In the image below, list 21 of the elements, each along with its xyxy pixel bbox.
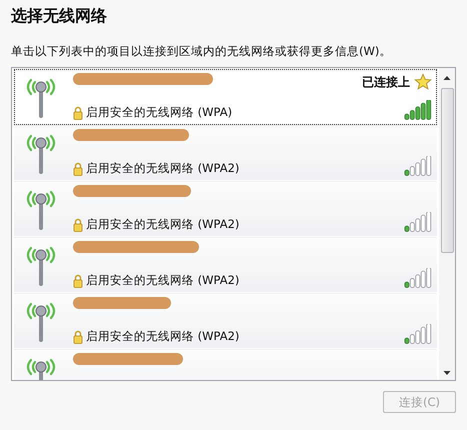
- network-item[interactable]: 启用安全的无线网络 (WPA2): [14, 293, 437, 349]
- security-text: 启用安全的无线网络 (WPA2): [86, 329, 240, 344]
- lock-icon: [73, 330, 83, 344]
- star-icon: [414, 73, 432, 91]
- scroll-thumb[interactable]: [440, 88, 454, 253]
- lock-icon: [73, 274, 83, 288]
- security-text: 启用安全的无线网络 (WPA): [86, 105, 232, 120]
- lock-icon: [73, 162, 83, 176]
- network-item[interactable]: 启用安全的无线网络 (WPA2): [14, 125, 437, 181]
- security-text: 启用安全的无线网络 (WPA2): [86, 273, 240, 288]
- instruction-text: 单击以下列表中的项目以连接到区域内的无线网络或获得更多信息(W)。: [11, 43, 392, 59]
- connection-status: 已连接上: [362, 74, 410, 90]
- network-item[interactable]: 启用安全的无线网络 (WPA2): [14, 237, 437, 293]
- security-text: 启用安全的无线网络 (WPA2): [86, 217, 240, 232]
- network-item[interactable]: 启用安全的无线网络 (WPA2): [14, 181, 437, 237]
- network-item[interactable]: 启用安全的无线网络 (WPA) 已连接上: [14, 69, 437, 125]
- lock-icon: [73, 218, 83, 232]
- lock-icon: [73, 106, 83, 120]
- dialog-title: 选择无线网络: [11, 5, 108, 27]
- security-text: 启用安全的无线网络 (WPA2): [86, 161, 240, 176]
- scrollbar[interactable]: [439, 68, 455, 380]
